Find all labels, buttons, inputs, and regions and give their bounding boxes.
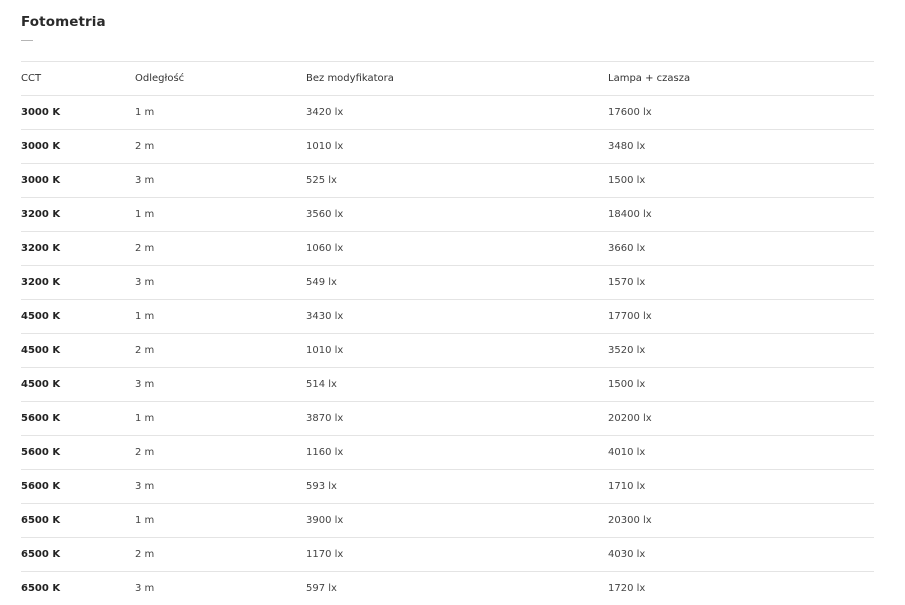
cell-distance: 3 m [135,163,306,198]
table-row: 3200 K1 m 3560 lx 18400 lx [21,197,874,232]
cell-distance: 1 m [135,401,306,436]
cell-cct: 3200 K [21,197,135,232]
cell-distance: 2 m [135,129,306,164]
table-header: CCT Odległość Bez modyfikatora Lampa + c… [21,61,874,96]
cell-lamp-reflector: 3480 lx [608,129,874,164]
cell-cct: 5600 K [21,469,135,504]
cell-cct: 3200 K [21,265,135,300]
table-row: 5600 K2 m 1160 lx 4010 lx [21,435,874,470]
cell-distance: 1 m [135,95,306,130]
table-row: 4500 K1 m 3430 lx 17700 lx [21,299,874,334]
cell-no-modifier: 1160 lx [306,435,608,470]
cell-distance: 3 m [135,469,306,504]
cell-no-modifier: 514 lx [306,367,608,402]
cell-distance: 3 m [135,265,306,300]
cell-cct: 3200 K [21,231,135,266]
cell-cct: 6500 K [21,537,135,572]
cell-lamp-reflector: 4010 lx [608,435,874,470]
cell-lamp-reflector: 3520 lx [608,333,874,368]
cell-distance: 2 m [135,435,306,470]
cell-distance: 1 m [135,197,306,232]
cell-no-modifier: 1170 lx [306,537,608,572]
cell-lamp-reflector: 3660 lx [608,231,874,266]
cell-lamp-reflector: 17600 lx [608,95,874,130]
table-row: 3200 K2 m 1060 lx 3660 lx [21,231,874,266]
table-body: 3000 K1 m 3420 lx 17600 lx 3000 K2 m 1010 lx… [21,95,874,605]
cell-no-modifier: 3560 lx [306,197,608,232]
table-row: 3000 K3 m 525 lx 1500 lx [21,163,874,198]
cell-cct: 3000 K [21,129,135,164]
cell-no-modifier: 525 lx [306,163,608,198]
cell-lamp-reflector: 1710 lx [608,469,874,504]
cell-cct: 6500 K [21,571,135,605]
cell-lamp-reflector: 4030 lx [608,537,874,572]
cell-cct: 5600 K [21,435,135,470]
cell-distance: 2 m [135,537,306,572]
cell-cct: 6500 K [21,503,135,538]
title-underline [21,40,33,41]
cell-lamp-reflector: 1570 lx [608,265,874,300]
table-row: 4500 K2 m 1010 lx 3520 lx [21,333,874,368]
cell-cct: 4500 K [21,299,135,334]
header-lamp-reflector: Lampa + czasza [608,61,874,96]
cell-lamp-reflector: 1720 lx [608,571,874,605]
header-no-modifier: Bez modyfikatora [306,61,608,96]
cell-lamp-reflector: 1500 lx [608,367,874,402]
cell-cct: 4500 K [21,333,135,368]
cell-no-modifier: 3420 lx [306,95,608,130]
table-row: 6500 K3 m 597 lx 1720 lx [21,571,874,605]
cell-no-modifier: 597 lx [306,571,608,605]
cell-lamp-reflector: 18400 lx [608,197,874,232]
cell-lamp-reflector: 20200 lx [608,401,874,436]
table-row: 4500 K3 m 514 lx 1500 lx [21,367,874,402]
cell-distance: 3 m [135,571,306,605]
cell-cct: 3000 K [21,163,135,198]
header-cct: CCT [21,61,135,96]
cell-lamp-reflector: 20300 lx [608,503,874,538]
cell-no-modifier: 1010 lx [306,129,608,164]
cell-no-modifier: 3870 lx [306,401,608,436]
cell-cct: 4500 K [21,367,135,402]
cell-distance: 3 m [135,367,306,402]
cell-no-modifier: 593 lx [306,469,608,504]
cell-distance: 2 m [135,333,306,368]
section-title: Fotometria [21,14,106,30]
cell-cct: 5600 K [21,401,135,436]
cell-no-modifier: 1010 lx [306,333,608,368]
cell-distance: 1 m [135,503,306,538]
cell-distance: 2 m [135,231,306,266]
table-row: 3200 K3 m 549 lx 1570 lx [21,265,874,300]
cell-no-modifier: 1060 lx [306,231,608,266]
table-row: 3000 K2 m 1010 lx 3480 lx [21,129,874,164]
cell-no-modifier: 3900 lx [306,503,608,538]
cell-cct: 3000 K [21,95,135,130]
cell-distance: 1 m [135,299,306,334]
photometry-table: CCT Odległość Bez modyfikatora Lampa + c… [21,61,874,605]
table-row: 6500 K1 m 3900 lx 20300 lx [21,503,874,538]
header-distance: Odległość [135,61,306,96]
cell-no-modifier: 3430 lx [306,299,608,334]
table-row: 5600 K1 m 3870 lx 20200 lx [21,401,874,436]
table-row: 3000 K1 m 3420 lx 17600 lx [21,95,874,130]
cell-no-modifier: 549 lx [306,265,608,300]
cell-lamp-reflector: 1500 lx [608,163,874,198]
table-row: 5600 K3 m 593 lx 1710 lx [21,469,874,504]
cell-lamp-reflector: 17700 lx [608,299,874,334]
header-row: CCT Odległość Bez modyfikatora Lampa + c… [21,61,874,96]
table-row: 6500 K2 m 1170 lx 4030 lx [21,537,874,572]
